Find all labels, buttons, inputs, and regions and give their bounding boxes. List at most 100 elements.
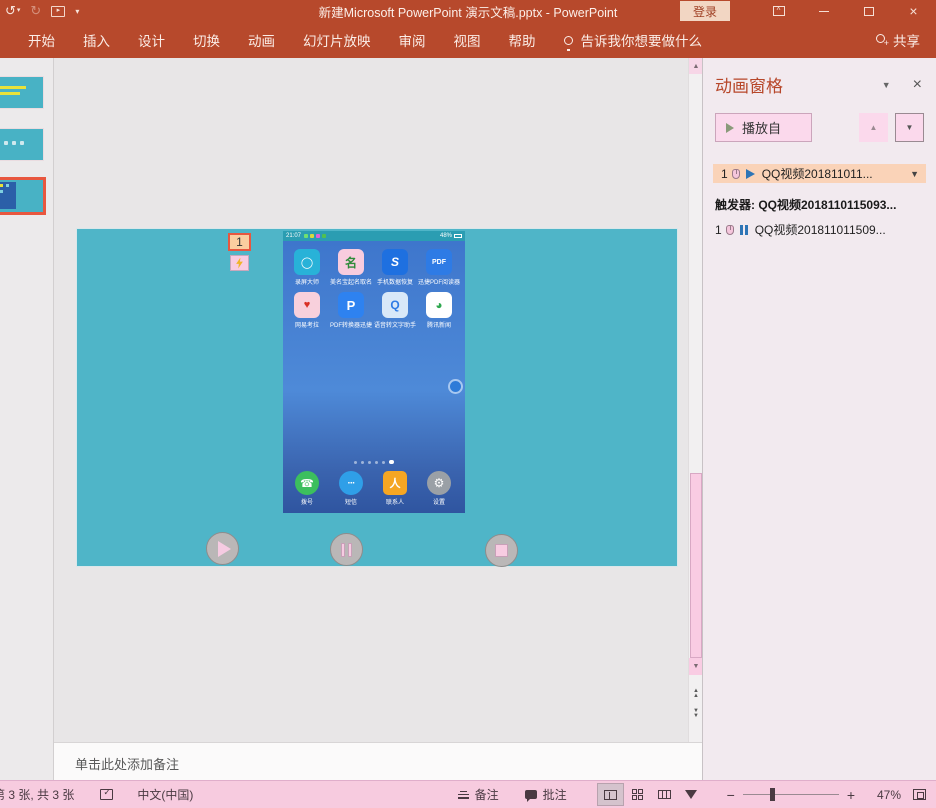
tab-insert[interactable]: 插入 xyxy=(69,22,124,58)
scrollbar-thumb[interactable] xyxy=(690,473,702,658)
share-button[interactable]: 共享 xyxy=(874,30,920,50)
zoom-slider-thumb[interactable] xyxy=(770,788,775,801)
stop-button[interactable] xyxy=(485,534,518,567)
phone-time: 21:07 xyxy=(286,233,301,239)
close-button[interactable]: × xyxy=(891,0,936,22)
dock-phone: ☎拨号 xyxy=(285,471,329,506)
editor-scrollbar: ▲ ▼ ▲▲ ▼▼ xyxy=(688,58,702,742)
slide-thumbnail-3-selected[interactable] xyxy=(0,177,46,215)
play-from-icon xyxy=(726,123,734,133)
notes-icon xyxy=(458,791,469,799)
notes-placeholder: 单击此处添加备注 xyxy=(75,757,179,772)
tab-help[interactable]: 帮助 xyxy=(495,22,550,58)
animation-item-1[interactable]: 1 QQ视频201811011... ▼ xyxy=(713,164,926,183)
app-speech-to-text: Q语音转文字助手 xyxy=(373,292,417,329)
scroll-down-arrow[interactable]: ▼ xyxy=(689,658,703,675)
pane-close-icon[interactable]: × xyxy=(913,78,922,92)
tab-design[interactable]: 设计 xyxy=(124,22,179,58)
stop-icon xyxy=(495,544,508,557)
maximize-button[interactable] xyxy=(846,0,891,22)
slide-thumbnail-1[interactable] xyxy=(0,76,44,109)
phone-status-bar: 21:07 48% xyxy=(283,231,465,241)
dock-contacts: 人联系人 xyxy=(373,471,417,506)
lightbulb-icon xyxy=(564,36,573,45)
quick-access-toolbar: ↺▾ ↻ ▸ ▾ xyxy=(0,0,79,23)
tab-animations[interactable]: 动画 xyxy=(234,22,289,58)
animation-pane-title: 动画窗格 xyxy=(715,72,783,97)
dock-messages: ···短信 xyxy=(329,471,373,506)
start-slideshow-icon[interactable]: ▸ xyxy=(51,6,65,17)
spell-check-icon[interactable] xyxy=(100,789,113,800)
app-tencent-news: ◕腾讯新闻 xyxy=(417,292,461,329)
lightning-icon xyxy=(236,258,244,269)
pause-icon xyxy=(341,543,352,557)
phone-page-dots xyxy=(283,460,465,464)
mouse-click-icon xyxy=(726,225,734,235)
status-bar: 第 3 张, 共 3 张 中文(中国) 备注 批注 − + 47% xyxy=(0,780,936,808)
pause-button[interactable] xyxy=(330,533,363,566)
minimize-button[interactable] xyxy=(801,0,846,22)
reading-view-button[interactable] xyxy=(651,783,678,806)
reorder-up-button[interactable]: ▲ xyxy=(859,113,888,142)
app-pdf-converter: PPDF转换器迅捷 xyxy=(329,292,373,329)
app-screen-recorder: ◯录屏大师 xyxy=(285,249,329,286)
notes-pane[interactable]: 单击此处添加备注 xyxy=(54,742,702,780)
phone-video-object[interactable]: 21:07 48% ◯录屏大师 名美名宝起名取名 S手机数据恢复 PDF迅捷PD… xyxy=(283,231,465,513)
sign-in-button[interactable]: 登录 xyxy=(680,1,730,21)
share-person-icon xyxy=(874,34,886,47)
normal-view-button[interactable] xyxy=(597,783,624,806)
slide-sorter-view-button[interactable] xyxy=(624,783,651,806)
undo-icon[interactable]: ↺▾ xyxy=(5,0,20,22)
reorder-down-button[interactable]: ▼ xyxy=(895,113,924,142)
zoom-out-button[interactable]: − xyxy=(723,787,739,803)
zoom-slider[interactable] xyxy=(743,794,839,795)
mouse-click-icon xyxy=(732,169,740,179)
battery-icon xyxy=(454,234,462,238)
pause-effect-icon xyxy=(740,225,748,235)
phone-battery-percent: 48% xyxy=(440,233,452,239)
tell-me-label: 告诉我你想要做什么 xyxy=(581,30,703,50)
zoom-in-button[interactable]: + xyxy=(843,787,859,803)
animation-pane: 动画窗格 ▼ × 播放自 ▲ ▼ 1 QQ视频201811011... ▼ 触发… xyxy=(702,58,936,780)
tab-slideshow[interactable]: 幻灯片放映 xyxy=(289,22,385,58)
tab-review[interactable]: 审阅 xyxy=(385,22,440,58)
item-dropdown-icon[interactable]: ▼ xyxy=(910,169,922,179)
tab-view[interactable]: 视图 xyxy=(440,22,495,58)
tab-transitions[interactable]: 切换 xyxy=(179,22,234,58)
play-from-button[interactable]: 播放自 xyxy=(715,113,812,142)
normal-view-icon xyxy=(604,790,617,800)
notes-toggle-button[interactable]: 备注 xyxy=(458,786,499,803)
app-naming: 名美名宝起名取名 xyxy=(329,249,373,286)
phone-dock: ☎拨号 ···短信 人联系人 ⚙设置 xyxy=(285,471,463,506)
phone-notification-icons xyxy=(304,234,326,238)
next-slide-button[interactable]: ▼▼ xyxy=(689,706,703,722)
slide-number-indicator[interactable]: 第 3 张, 共 3 张 xyxy=(0,786,74,803)
animation-order-badge[interactable]: 1 xyxy=(228,233,251,251)
animation-item-2[interactable]: 1 QQ视频201811011509... xyxy=(707,220,926,239)
slideshow-view-button[interactable] xyxy=(678,783,705,806)
slide-thumbnail-2[interactable] xyxy=(0,128,44,161)
slideshow-view-icon xyxy=(685,790,697,799)
comment-bubble-icon xyxy=(525,790,537,799)
zoom-percentage[interactable]: 47% xyxy=(865,788,901,802)
redo-icon[interactable]: ↻ xyxy=(30,0,41,22)
fit-to-window-icon[interactable] xyxy=(913,789,926,800)
previous-slide-button[interactable]: ▲▲ xyxy=(689,686,703,702)
pane-options-chevron-icon[interactable]: ▼ xyxy=(882,80,891,90)
trigger-animation-badge[interactable] xyxy=(230,255,249,271)
slide-thumbnail-panel xyxy=(0,58,54,780)
play-icon xyxy=(218,541,231,557)
scroll-up-arrow[interactable]: ▲ xyxy=(689,58,703,74)
ribbon-display-options-button[interactable]: ^ xyxy=(756,0,801,22)
play-effect-icon xyxy=(746,169,755,179)
title-bar: ↺▾ ↻ ▸ ▾ 新建Microsoft PowerPoint 演示文稿.ppt… xyxy=(0,0,936,22)
grid-view-icon xyxy=(632,789,643,800)
tell-me-box[interactable]: 告诉我你想要做什么 xyxy=(564,30,703,50)
customize-qat-icon[interactable]: ▾ xyxy=(75,0,79,23)
language-indicator[interactable]: 中文(中国) xyxy=(137,786,193,803)
play-button[interactable] xyxy=(206,532,239,565)
comments-toggle-button[interactable]: 批注 xyxy=(525,786,567,803)
dock-settings: ⚙设置 xyxy=(417,471,461,506)
window-title: 新建Microsoft PowerPoint 演示文稿.pptx - Power… xyxy=(319,2,618,21)
tab-home[interactable]: 开始 xyxy=(14,22,69,58)
